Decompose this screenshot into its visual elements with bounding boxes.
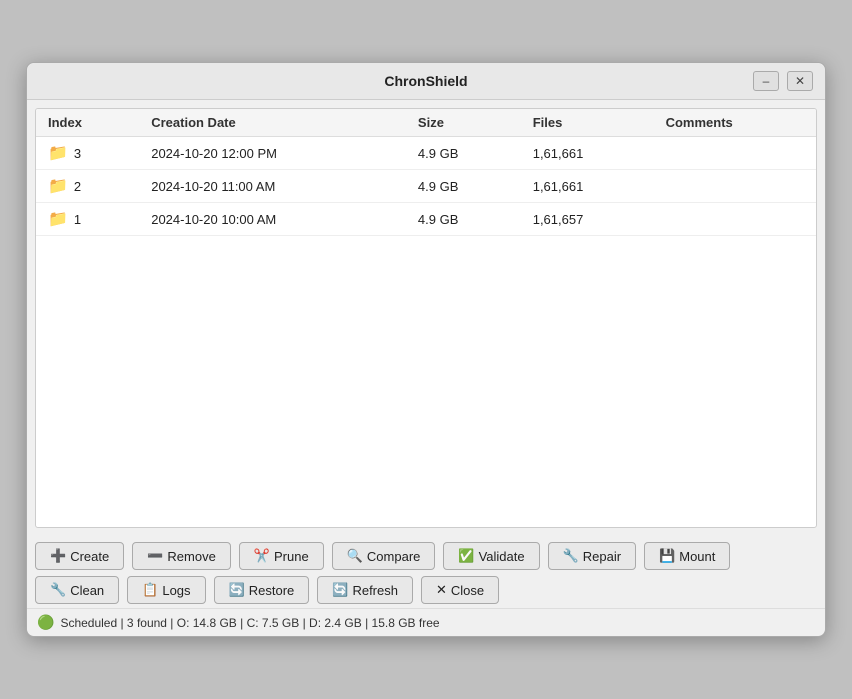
- create-icon: ➕: [50, 548, 66, 564]
- status-icon: 🟢: [37, 614, 54, 631]
- compare-button[interactable]: 🔍 Compare: [332, 542, 436, 570]
- cell-comments: [654, 137, 816, 170]
- compare-label: Compare: [367, 549, 420, 564]
- backup-table: Index Creation Date Size Files Comments …: [36, 109, 816, 236]
- cell-size: 4.9 GB: [406, 170, 521, 203]
- cell-files: 1,61,657: [521, 203, 654, 236]
- cell-index: 📁1: [36, 203, 139, 236]
- logs-button[interactable]: 📋 Logs: [127, 576, 205, 604]
- restore-icon: 🔄: [229, 582, 245, 598]
- prune-button[interactable]: ✂️ Prune: [239, 542, 324, 570]
- validate-button[interactable]: ✅ Validate: [443, 542, 539, 570]
- close-icon: ✕: [436, 582, 447, 598]
- clean-icon: 🔧: [50, 582, 66, 598]
- compare-icon: 🔍: [347, 548, 363, 564]
- cell-index: 📁2: [36, 170, 139, 203]
- mount-label: Mount: [679, 549, 715, 564]
- folder-icon: 📁: [48, 143, 68, 163]
- index-number: 1: [74, 212, 81, 227]
- folder-icon: 📁: [48, 176, 68, 196]
- status-text: Scheduled | 3 found | O: 14.8 GB | C: 7.…: [60, 616, 439, 630]
- title-bar-controls: – ✕: [753, 71, 813, 91]
- status-bar: 🟢 Scheduled | 3 found | O: 14.8 GB | C: …: [27, 608, 825, 636]
- cell-size: 4.9 GB: [406, 203, 521, 236]
- cell-size: 4.9 GB: [406, 137, 521, 170]
- cell-date: 2024-10-20 12:00 PM: [139, 137, 406, 170]
- title-bar: ChronShield – ✕: [27, 63, 825, 100]
- table-row[interactable]: 📁32024-10-20 12:00 PM4.9 GB1,61,661: [36, 137, 816, 170]
- repair-label: Repair: [583, 549, 621, 564]
- button-row-1: ➕ Create ➖ Remove ✂️ Prune 🔍 Compare ✅ Validate 🔧 R…: [35, 542, 817, 570]
- remove-label: Remove: [167, 549, 215, 564]
- create-label: Create: [70, 549, 109, 564]
- backup-table-container: Index Creation Date Size Files Comments …: [35, 108, 817, 528]
- main-window: ChronShield – ✕ Index Creation Date Size…: [26, 62, 826, 637]
- minimize-button[interactable]: –: [753, 71, 779, 91]
- mount-button[interactable]: 💾 Mount: [644, 542, 730, 570]
- remove-icon: ➖: [147, 548, 163, 564]
- window-title: ChronShield: [384, 73, 467, 89]
- cell-date: 2024-10-20 10:00 AM: [139, 203, 406, 236]
- buttons-area: ➕ Create ➖ Remove ✂️ Prune 🔍 Compare ✅ Validate 🔧 R…: [27, 536, 825, 608]
- restore-label: Restore: [249, 583, 295, 598]
- restore-button[interactable]: 🔄 Restore: [214, 576, 310, 604]
- create-button[interactable]: ➕ Create: [35, 542, 124, 570]
- cell-comments: [654, 170, 816, 203]
- refresh-label: Refresh: [352, 583, 398, 598]
- prune-label: Prune: [274, 549, 309, 564]
- cell-files: 1,61,661: [521, 137, 654, 170]
- close-button[interactable]: ✕ Close: [421, 576, 499, 604]
- cell-files: 1,61,661: [521, 170, 654, 203]
- close-button[interactable]: ✕: [787, 71, 813, 91]
- validate-label: Validate: [479, 549, 525, 564]
- table-header: Index Creation Date Size Files Comments: [36, 109, 816, 137]
- col-comments: Comments: [654, 109, 816, 137]
- cell-index: 📁3: [36, 137, 139, 170]
- cell-comments: [654, 203, 816, 236]
- logs-label: Logs: [162, 583, 190, 598]
- close-label: Close: [451, 583, 484, 598]
- table-row[interactable]: 📁12024-10-20 10:00 AM4.9 GB1,61,657: [36, 203, 816, 236]
- refresh-icon: 🔄: [332, 582, 348, 598]
- index-number: 2: [74, 179, 81, 194]
- mount-icon: 💾: [659, 548, 675, 564]
- col-files: Files: [521, 109, 654, 137]
- index-number: 3: [74, 146, 81, 161]
- button-row-2: 🔧 Clean 📋 Logs 🔄 Restore 🔄 Refresh ✕ Close: [35, 576, 817, 604]
- col-index: Index: [36, 109, 139, 137]
- prune-icon: ✂️: [254, 548, 270, 564]
- validate-icon: ✅: [458, 548, 474, 564]
- table-body: 📁32024-10-20 12:00 PM4.9 GB1,61,661📁2202…: [36, 137, 816, 236]
- table-row[interactable]: 📁22024-10-20 11:00 AM4.9 GB1,61,661: [36, 170, 816, 203]
- refresh-button[interactable]: 🔄 Refresh: [317, 576, 413, 604]
- clean-label: Clean: [70, 583, 104, 598]
- clean-button[interactable]: 🔧 Clean: [35, 576, 119, 604]
- cell-date: 2024-10-20 11:00 AM: [139, 170, 406, 203]
- repair-icon: 🔧: [563, 548, 579, 564]
- col-size: Size: [406, 109, 521, 137]
- folder-icon: 📁: [48, 209, 68, 229]
- col-creation-date: Creation Date: [139, 109, 406, 137]
- remove-button[interactable]: ➖ Remove: [132, 542, 231, 570]
- repair-button[interactable]: 🔧 Repair: [548, 542, 636, 570]
- logs-icon: 📋: [142, 582, 158, 598]
